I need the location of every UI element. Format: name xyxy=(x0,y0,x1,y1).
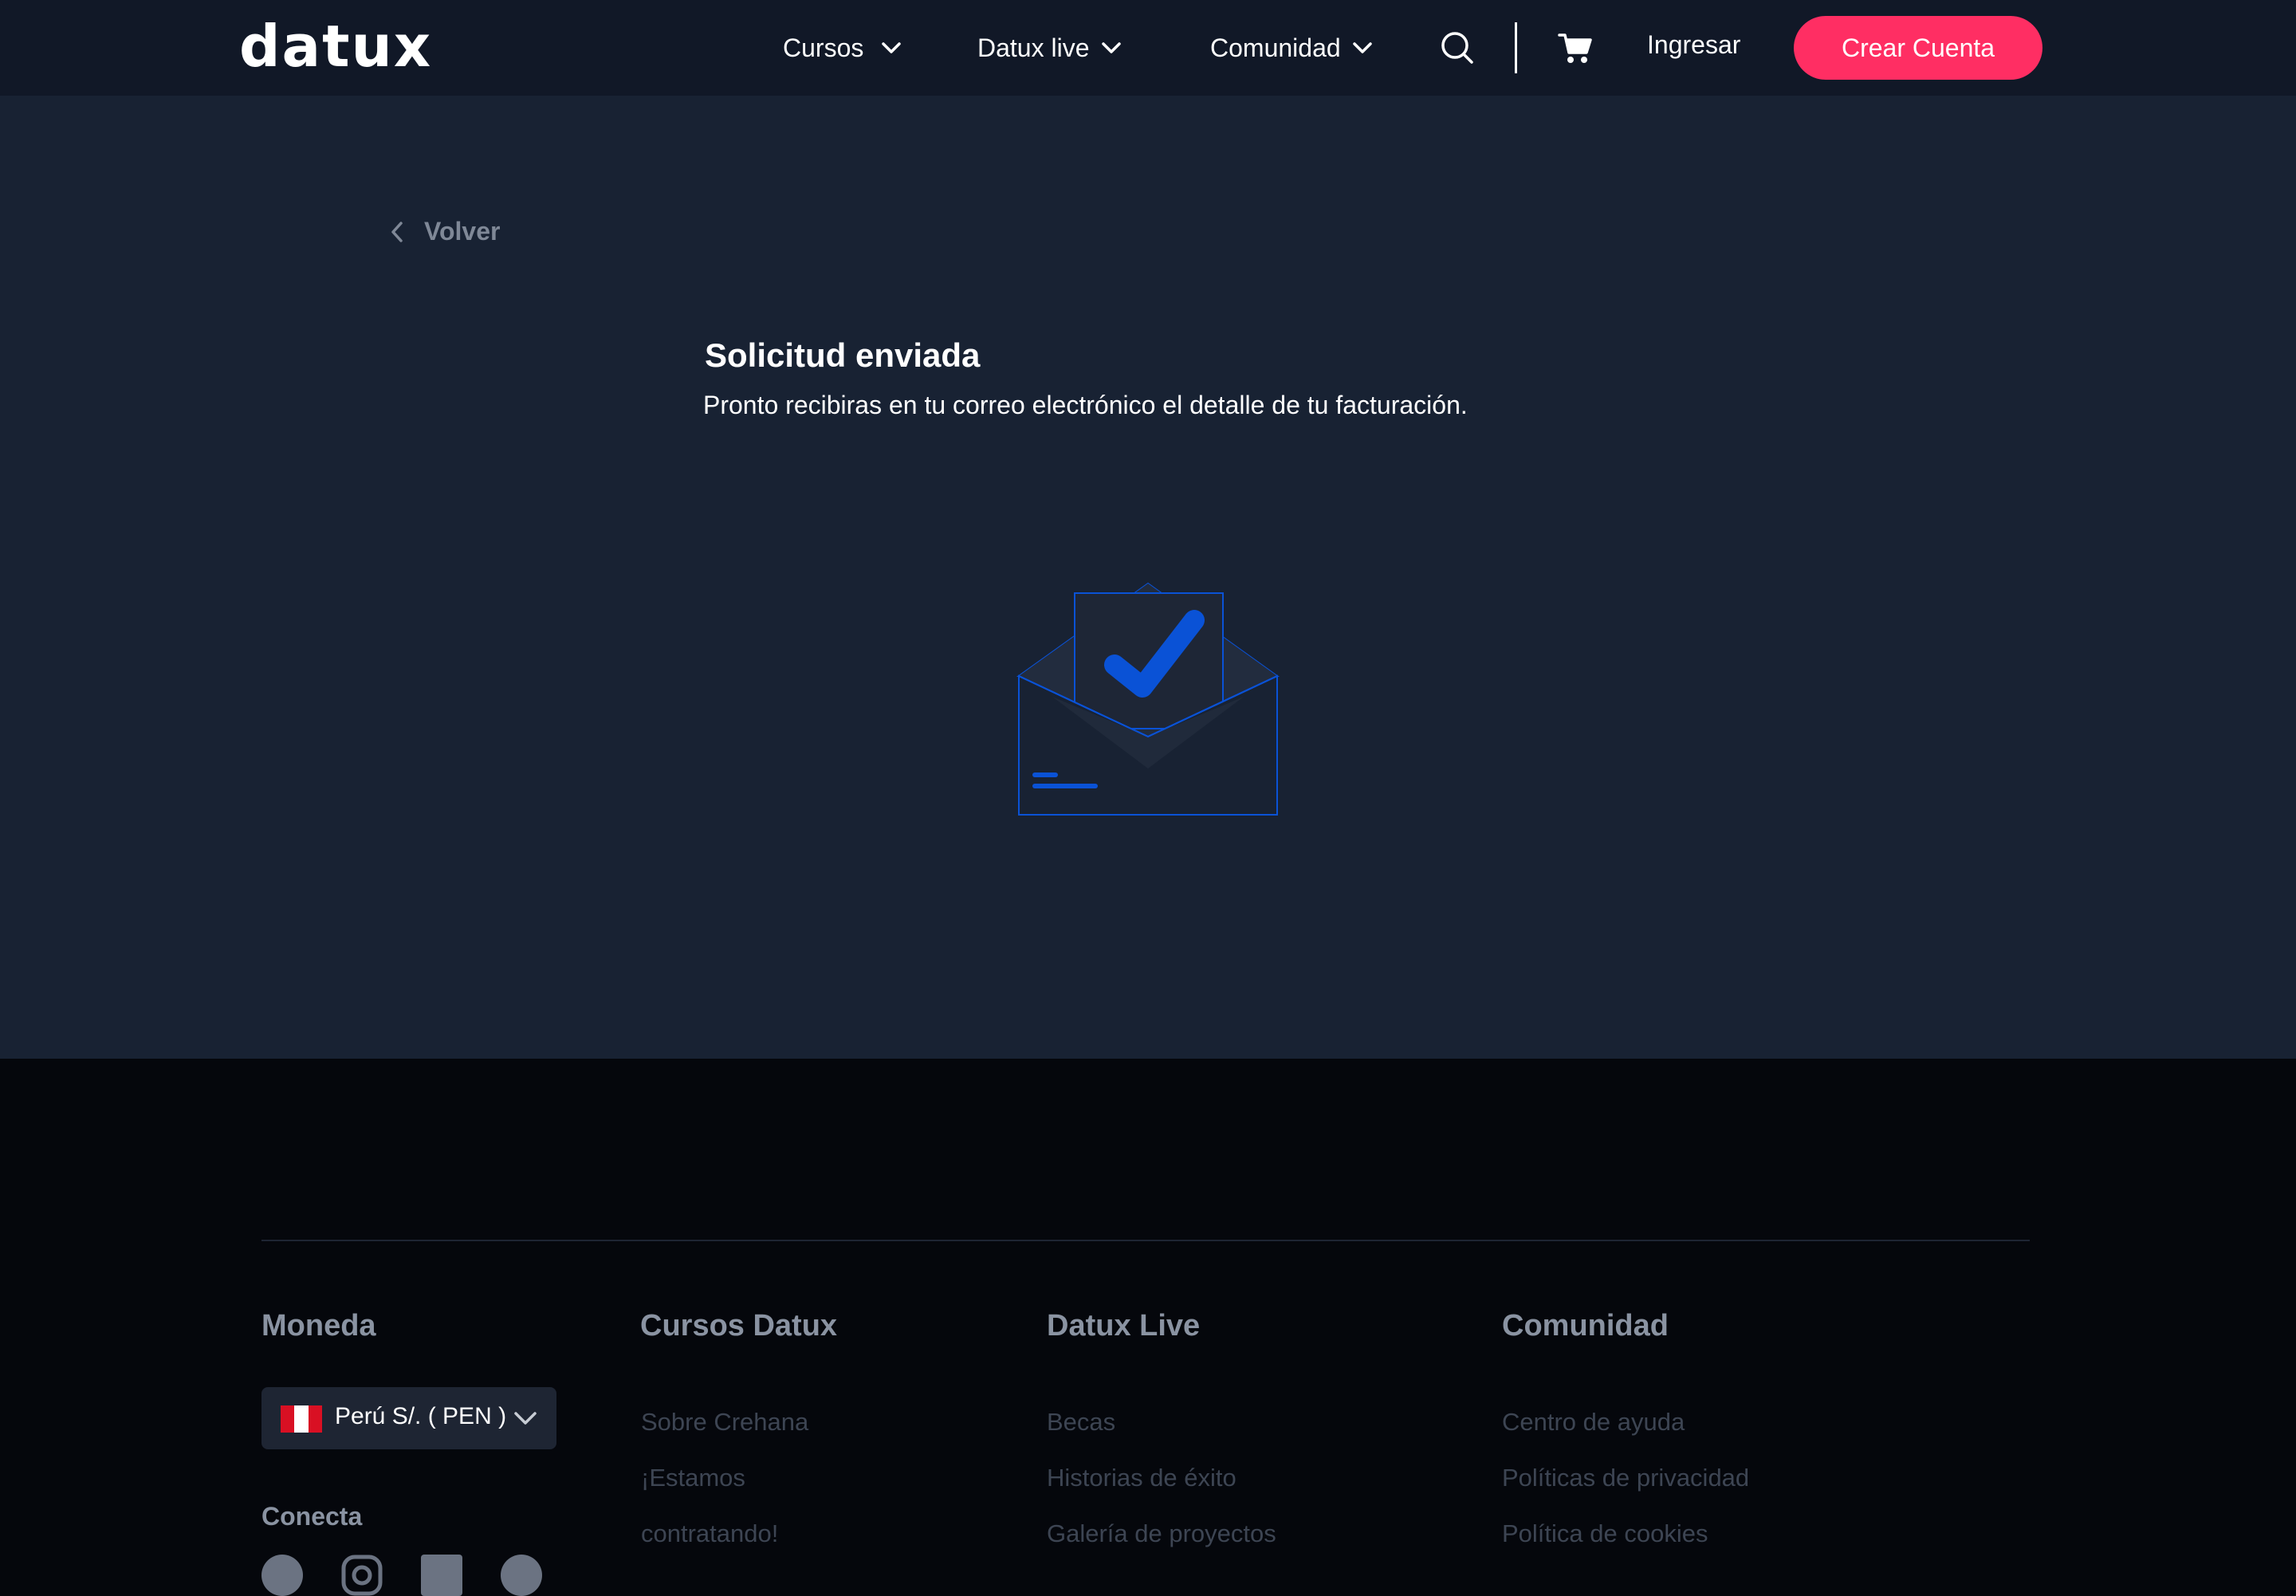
footer-link[interactable]: Política de cookies xyxy=(1502,1519,1708,1548)
top-navbar: datux Cursos Datux live Comunidad Ingres… xyxy=(0,0,2296,96)
facebook-icon[interactable] xyxy=(261,1555,303,1596)
chevron-down-icon xyxy=(1352,42,1372,53)
envelope-check-icon xyxy=(1016,582,1280,816)
footer-link[interactable]: contratando! xyxy=(641,1519,778,1548)
back-label: Volver xyxy=(424,217,501,246)
footer-connect-title: Conecta xyxy=(261,1502,363,1531)
page-subtitle: Pronto recibiras en tu correo electrónic… xyxy=(703,391,1468,419)
instagram-icon[interactable] xyxy=(341,1555,383,1596)
nav-datux-live[interactable]: Datux live xyxy=(977,27,1122,69)
nav-datux-live-label: Datux live xyxy=(977,33,1090,62)
main-content: Volver Solicitud enviada Pronto recibira… xyxy=(0,96,2296,1059)
footer-link[interactable]: Sobre Crehana xyxy=(641,1408,808,1437)
nav-cursos[interactable]: Cursos xyxy=(783,27,902,69)
footer-link[interactable]: ¡Estamos xyxy=(641,1464,745,1492)
linkedin-icon[interactable] xyxy=(421,1555,462,1596)
nav-divider xyxy=(1515,22,1517,73)
footer-link[interactable]: Becas xyxy=(1047,1408,1115,1437)
currency-select[interactable]: Perú S/. ( PEN ) xyxy=(261,1387,556,1449)
footer-link[interactable]: Historias de éxito xyxy=(1047,1464,1236,1492)
chevron-left-icon xyxy=(391,221,403,242)
nav-cursos-label: Cursos xyxy=(783,33,864,62)
footer-link[interactable]: Galería de proyectos xyxy=(1047,1519,1276,1548)
footer-col-cursos-title: Cursos Datux xyxy=(640,1309,838,1342)
search-icon[interactable] xyxy=(1440,30,1475,65)
chevron-down-icon xyxy=(1101,42,1121,53)
page-title: Solicitud enviada xyxy=(705,336,981,374)
peru-flag-icon xyxy=(281,1405,322,1433)
footer-currency-title: Moneda xyxy=(261,1309,376,1342)
footer-link[interactable]: Políticas de privacidad xyxy=(1502,1464,1749,1492)
footer-link[interactable]: Centro de ayuda xyxy=(1502,1408,1685,1437)
nav-comunidad[interactable]: Comunidad xyxy=(1210,27,1373,69)
back-link[interactable]: Volver xyxy=(391,217,500,246)
login-link[interactable]: Ingresar xyxy=(1647,30,1740,60)
create-account-button[interactable]: Crear Cuenta xyxy=(1794,16,2042,80)
social-icon[interactable] xyxy=(501,1555,542,1596)
footer-col-datux-live-title: Datux Live xyxy=(1047,1309,1201,1342)
footer-col-comunidad-title: Comunidad xyxy=(1502,1309,1669,1342)
nav-comunidad-label: Comunidad xyxy=(1210,33,1341,62)
cart-icon[interactable] xyxy=(1558,32,1593,65)
chevron-down-icon xyxy=(882,42,902,53)
footer-divider xyxy=(261,1240,2030,1241)
chevron-down-icon xyxy=(514,1412,537,1425)
currency-selected-value: Perú S/. ( PEN ) xyxy=(335,1403,507,1429)
datux-logo[interactable]: datux xyxy=(239,14,432,78)
